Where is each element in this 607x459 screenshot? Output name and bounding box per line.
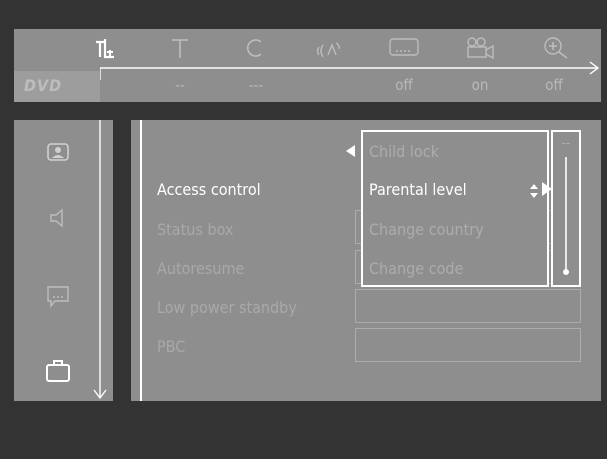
parental-level-slider[interactable]: [558, 155, 574, 281]
sound-icon[interactable]: [44, 205, 72, 231]
submenu-item-change-country[interactable]: Change country: [369, 220, 484, 239]
parental-level-value: --: [561, 136, 571, 151]
menu-item-status-box[interactable]: Status box: [157, 220, 233, 239]
submenu-item-child-lock[interactable]: Child lock: [369, 142, 439, 161]
submenu-back-arrow[interactable]: [343, 143, 357, 159]
chapter-value: ---: [248, 76, 264, 94]
chapter-icon[interactable]: [238, 36, 272, 60]
title-icon[interactable]: [163, 36, 197, 60]
zoom-value: off: [545, 76, 563, 94]
submenu-item-parental-level[interactable]: Parental level: [369, 180, 467, 199]
menu-item-low-power-standby[interactable]: Low power standby: [157, 298, 297, 317]
submenu-item-change-code[interactable]: Change code: [369, 259, 463, 278]
sidebar-scroll-arrow: [93, 120, 107, 400]
language-icon[interactable]: [44, 284, 72, 310]
angle-value: on: [471, 76, 489, 94]
tools-icon[interactable]: [90, 36, 124, 60]
up-down-icon[interactable]: [529, 183, 539, 199]
audio-icon[interactable]: [312, 36, 346, 60]
picture-icon[interactable]: [44, 139, 72, 165]
subtitle-icon[interactable]: [387, 36, 421, 60]
features-icon[interactable]: [44, 358, 72, 384]
panel-divider: [140, 120, 142, 401]
angle-icon[interactable]: [463, 36, 497, 60]
subtitle-value: off: [395, 76, 413, 94]
pbc-value-field[interactable]: [355, 328, 581, 362]
title-value: --: [175, 76, 185, 94]
zoom-icon[interactable]: [539, 36, 573, 60]
menu-item-autoresume[interactable]: Autoresume: [157, 259, 244, 278]
low-power-standby-value-field[interactable]: [355, 289, 581, 323]
menu-item-pbc[interactable]: PBC: [157, 337, 185, 356]
menu-item-access-control[interactable]: Access control: [157, 180, 261, 199]
dvd-logo: DVD: [24, 76, 63, 95]
